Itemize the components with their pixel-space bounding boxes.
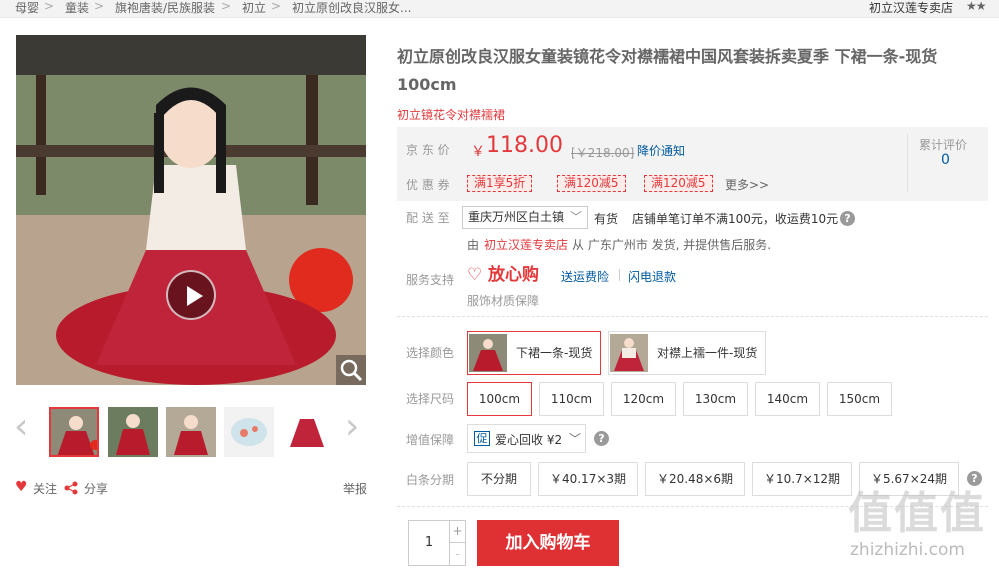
- store-rating-stars-icon: ★★: [966, 0, 986, 13]
- size-option[interactable]: 130cm: [683, 382, 748, 416]
- breadcrumb-item[interactable]: 母婴: [15, 0, 39, 16]
- product-title-size: 100cm: [397, 75, 457, 94]
- seller-prefix: 由: [467, 238, 480, 252]
- thumbnail-image[interactable]: [224, 407, 274, 457]
- service-fast-refund[interactable]: 闪电退款: [628, 268, 676, 285]
- size-option[interactable]: 110cm: [539, 382, 604, 416]
- share-link[interactable]: 分享: [84, 480, 108, 497]
- watermark-url: zhizhizhi.com: [850, 540, 965, 560]
- help-icon[interactable]: ?: [594, 431, 609, 446]
- video-play-icon[interactable]: [166, 270, 216, 320]
- breadcrumb-item[interactable]: 童装: [65, 0, 89, 16]
- shipping-fee-info: 店铺单笔订单不满100元，收运费10元: [632, 212, 839, 226]
- price-label: 京 东 价: [406, 143, 450, 157]
- product-subtitle: 初立镜花令对襟襦裙: [397, 108, 506, 122]
- breadcrumb-item[interactable]: 旗袍唐装/民族服装: [115, 0, 215, 16]
- zoom-magnifier-icon[interactable]: [336, 355, 366, 385]
- size-option[interactable]: 140cm: [755, 382, 820, 416]
- size-option[interactable]: 120cm: [611, 382, 676, 416]
- coupon-tag[interactable]: 满1享5折: [467, 175, 533, 192]
- seller-link[interactable]: 初立汉莲专卖店: [484, 236, 568, 253]
- color-option-selected[interactable]: 下裙一条-现货: [467, 331, 601, 375]
- review-count-link[interactable]: 0: [941, 152, 950, 168]
- help-icon[interactable]: ?: [967, 471, 982, 486]
- report-link[interactable]: 举报: [343, 480, 367, 497]
- color-option-label: 下裙一条-现货: [516, 346, 593, 360]
- divider: [619, 269, 620, 281]
- coupon-tag[interactable]: 满120减5: [557, 175, 626, 192]
- breadcrumb-item: 初立原创改良汉服女...: [292, 1, 412, 15]
- coupon-label: 优 惠 券: [406, 178, 450, 192]
- coupon-more-link[interactable]: 更多>>: [725, 176, 769, 193]
- thumbnail-image[interactable]: [108, 407, 158, 457]
- installment-option[interactable]: ￥20.48×6期: [645, 462, 745, 496]
- location-text: 重庆万州区白土镇: [468, 210, 565, 224]
- color-option[interactable]: 对襟上襦一件-现货: [608, 331, 766, 375]
- addon-selector[interactable]: 促 爱心回收 ¥2 ﹀: [467, 424, 586, 453]
- original-price: [￥218.00]: [571, 146, 635, 160]
- price-notify-link[interactable]: 降价通知: [637, 142, 685, 159]
- watermark-logo: 值值值: [848, 488, 986, 539]
- thumbnail-image[interactable]: [282, 407, 332, 457]
- color-thumb-image: [469, 334, 507, 372]
- quantity-minus-button[interactable]: -: [449, 542, 466, 566]
- share-icon: [64, 481, 78, 495]
- thumbnail-image[interactable]: [49, 407, 99, 457]
- price-currency: ￥: [471, 144, 485, 160]
- breadcrumb-item[interactable]: 初立: [242, 0, 266, 16]
- breadcrumb: 母婴 > 童装 > 旗袍唐装/民族服装 > 初立 > 初立原创改良汉服女... …: [0, 0, 999, 18]
- coupon-tag[interactable]: 满120减5: [644, 175, 713, 192]
- size-option[interactable]: 150cm: [827, 382, 892, 416]
- divider: [907, 134, 908, 192]
- quantity-input[interactable]: 1: [408, 520, 450, 566]
- service-note: 服饰材质保障: [467, 294, 540, 308]
- breadcrumb-separator: >: [44, 0, 55, 13]
- size-option-selected[interactable]: 100cm: [467, 382, 532, 416]
- thumbnail-image[interactable]: [166, 407, 216, 457]
- installment-option[interactable]: ￥40.17×3期: [538, 462, 638, 496]
- installment-option[interactable]: ￥10.7×12期: [752, 462, 852, 496]
- color-label: 选择颜色: [406, 346, 455, 360]
- help-icon[interactable]: ?: [840, 211, 855, 226]
- installment-option[interactable]: 不分期: [467, 462, 531, 496]
- store-name-link[interactable]: 初立汉莲专卖店: [869, 0, 953, 16]
- section-divider: [397, 316, 988, 317]
- price-value: 118.00: [486, 133, 563, 158]
- thumbnail-prev-arrow-icon[interactable]: ‹: [14, 409, 28, 445]
- breadcrumb-separator: >: [221, 0, 232, 13]
- installment-label: 白条分期: [406, 473, 455, 487]
- delivery-label: 配 送 至: [406, 211, 450, 225]
- breadcrumb-separator: >: [94, 0, 105, 13]
- product-title: 初立原创改良汉服女童装镜花令对襟襦裙中国风套装拆卖夏季 下裙一条-现货: [397, 47, 938, 66]
- color-option-label: 对襟上襦一件-现货: [657, 346, 758, 360]
- service-label: 服务支持: [406, 273, 455, 287]
- promo-badge: 促: [474, 431, 490, 446]
- service-freight-insurance[interactable]: 送运费险: [561, 268, 609, 285]
- service-brand: 放心购: [488, 265, 539, 285]
- heart-check-icon: ♡: [467, 265, 483, 285]
- follow-link[interactable]: 关注: [33, 480, 57, 497]
- location-selector[interactable]: 重庆万州区白土镇 ﹀: [462, 206, 588, 229]
- color-thumb-image: [610, 334, 648, 372]
- main-product-image: [16, 35, 366, 385]
- seller-suffix: 从 广东广州市 发货, 并提供售后服务.: [572, 238, 772, 252]
- chevron-down-icon: ﹀: [569, 210, 582, 224]
- addon-label: 增值保障: [406, 433, 455, 447]
- stock-status: 有货: [594, 212, 619, 226]
- thumbnail-next-arrow-icon[interactable]: ›: [345, 409, 359, 445]
- chevron-down-icon: ﹀: [569, 432, 582, 446]
- heart-icon: ♥: [15, 479, 28, 495]
- size-label: 选择尺码: [406, 392, 455, 406]
- quantity-plus-button[interactable]: +: [449, 520, 466, 543]
- breadcrumb-separator: >: [271, 0, 282, 13]
- review-label: 累计评价: [919, 138, 968, 152]
- add-to-cart-button[interactable]: 加入购物车: [477, 520, 619, 566]
- addon-text: 爱心回收 ¥2: [495, 433, 563, 447]
